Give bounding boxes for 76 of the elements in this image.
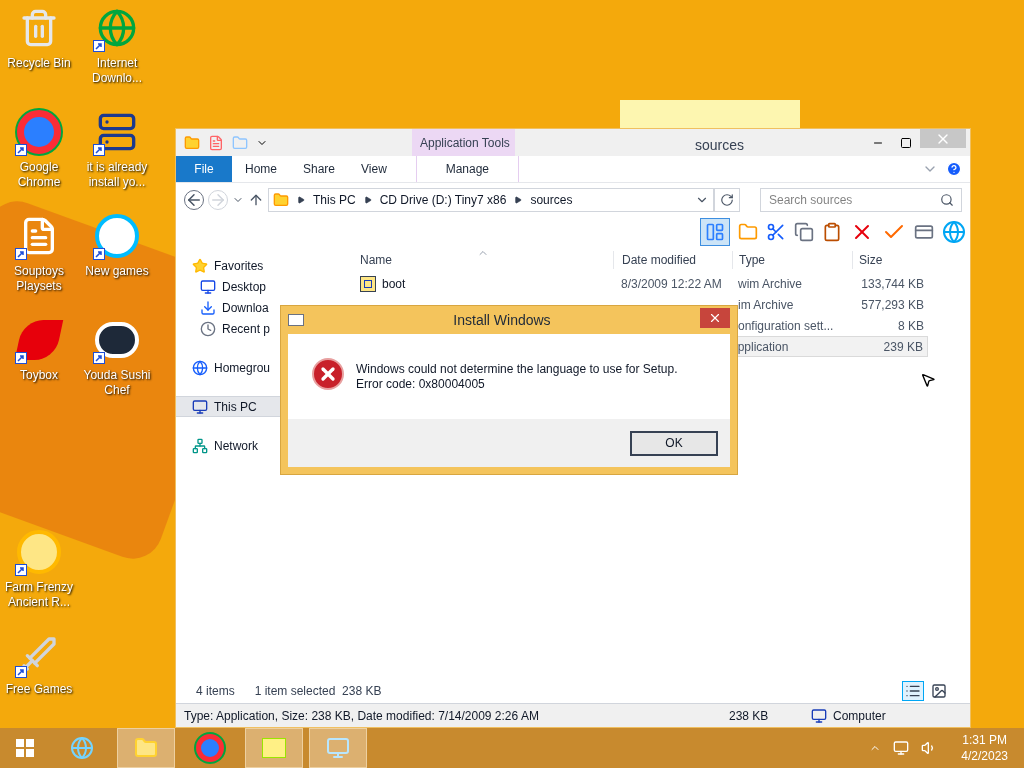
column-header[interactable]: Name <box>352 251 613 269</box>
file-size: 239 KB <box>883 339 923 354</box>
folder-icon <box>273 192 289 208</box>
desktop-app-icon[interactable] <box>15 528 63 576</box>
folder-check-icon[interactable] <box>738 222 758 242</box>
dialog-title: Install Windows <box>452 310 552 330</box>
item-count: 4 items <box>196 683 235 700</box>
nav-item[interactable]: Homegrou <box>176 357 336 378</box>
file-type: wim Archive <box>738 276 802 291</box>
address-bar[interactable]: This PC CD Drive (D:) Tiny7 x86 sources <box>268 188 715 212</box>
error-icon <box>312 358 344 390</box>
column-header[interactable]: Date modified <box>613 251 732 269</box>
column-header[interactable]: Type <box>732 251 852 269</box>
breadcrumb-item[interactable]: This PC <box>313 191 356 209</box>
wim-file-icon <box>360 275 376 292</box>
nav-item[interactable]: Recent p <box>176 318 336 339</box>
file-type: pplication <box>737 339 789 354</box>
breadcrumb-item[interactable]: CD Drive (D:) Tiny7 x86 <box>379 191 507 209</box>
file-row[interactable]: boot 8/3/2009 12:22 AM wim Archive 133,744 KB <box>352 273 928 294</box>
search-icon[interactable] <box>940 193 954 207</box>
file-date: 8/3/2009 12:22 AM <box>621 276 722 291</box>
file-type: onfiguration sett... <box>738 318 834 333</box>
nav-item[interactable]: Desktop <box>176 276 336 297</box>
nav-item[interactable]: Network <box>176 435 336 456</box>
breadcrumb-arrow-icon[interactable] <box>514 196 523 204</box>
sticky-notes-icon <box>262 738 286 758</box>
column-header[interactable]: Size <box>852 251 928 269</box>
pc-icon <box>192 398 208 415</box>
preview-pane-button[interactable] <box>700 218 730 246</box>
file-size: 577,293 KB <box>861 297 924 312</box>
ribbon-tab[interactable]: View <box>348 156 400 182</box>
close-button[interactable] <box>700 308 730 328</box>
search-field[interactable]: Search sources <box>760 188 962 212</box>
ribbon-tab[interactable]: Share <box>290 156 349 182</box>
up-icon[interactable] <box>248 192 264 208</box>
browser-icon <box>70 736 94 760</box>
nav-item[interactable]: Favorites <box>176 255 336 276</box>
desktop-app-icon[interactable] <box>15 108 63 156</box>
ribbon-tab[interactable]: Home <box>232 156 290 182</box>
copy-icon[interactable] <box>794 222 814 242</box>
nav-item[interactable]: Downloa <box>176 297 336 318</box>
window-title: sources <box>694 136 745 155</box>
refresh-icon[interactable] <box>714 188 740 212</box>
details-view-icon[interactable] <box>902 681 924 701</box>
maximize-icon <box>900 136 912 149</box>
breadcrumb-arrow-icon[interactable] <box>297 196 305 204</box>
home-icon <box>192 359 208 376</box>
context-tab-group: Application Tools <box>412 129 515 156</box>
file-tab[interactable]: File <box>176 156 232 182</box>
computer-icon <box>811 707 827 724</box>
close-icon <box>708 311 722 325</box>
clipboard-icon[interactable] <box>822 222 842 242</box>
shell-icon[interactable] <box>942 220 966 244</box>
recent-icon <box>200 320 216 337</box>
star-icon <box>192 257 208 274</box>
breadcrumb-arrow-icon[interactable] <box>363 196 372 204</box>
desktop-icon <box>200 278 216 295</box>
properties-icon[interactable] <box>208 134 224 151</box>
file-name: boot <box>382 275 406 293</box>
details-bar: Type: Application, Size: 238 KB, Date modified: 7/14/2009 2:26 AM 238 KB Computer <box>176 703 970 727</box>
selection-info: 1 item selected 238 KB <box>254 683 382 700</box>
file-size: 8 KB <box>898 318 924 333</box>
scissors-icon[interactable] <box>766 222 786 242</box>
error-message: Windows could not determine the language to use for Setup. Error code: 0x80004005 <box>356 362 679 392</box>
card-icon[interactable] <box>914 222 934 242</box>
setup-icon <box>326 736 350 760</box>
file-size: 133,744 KB <box>861 276 924 291</box>
breadcrumb-item[interactable]: sources <box>530 191 573 209</box>
ok-button[interactable]: OK <box>630 430 718 456</box>
download-icon <box>200 299 216 316</box>
network-icon[interactable] <box>893 740 910 756</box>
network-icon <box>192 437 208 454</box>
browser-icon <box>196 734 224 762</box>
file-type: im Archive <box>738 297 794 312</box>
folder-icon <box>134 736 158 760</box>
window-app-icon <box>288 314 304 326</box>
